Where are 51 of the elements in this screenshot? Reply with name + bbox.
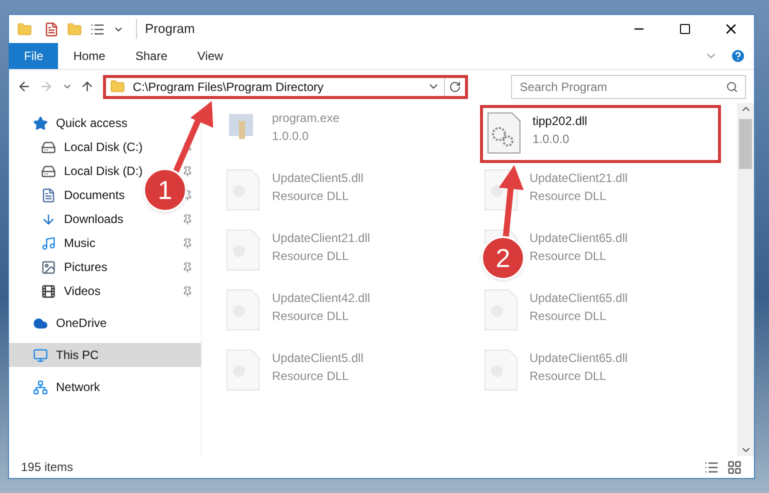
file-icon <box>484 289 518 331</box>
details-view-icon[interactable] <box>704 460 719 474</box>
file-icon <box>226 349 260 391</box>
search-field[interactable]: Search Program <box>510 74 746 98</box>
file-icon <box>226 229 260 271</box>
sidebar-item[interactable]: Downloads <box>41 210 124 228</box>
document-icon <box>41 188 56 202</box>
file-icon <box>226 169 260 211</box>
large-icons-view-icon[interactable] <box>727 460 742 474</box>
down-arrow-icon <box>41 212 56 226</box>
file-item[interactable]: tipp202.dll 1.0.0.0 <box>532 112 588 148</box>
drive-icon <box>41 140 56 154</box>
monitor-icon <box>33 348 48 362</box>
address-bar[interactable]: C:\Program Files\Program Directory <box>102 74 468 98</box>
up-icon[interactable] <box>80 79 95 94</box>
sidebar-item[interactable]: Network <box>33 378 100 396</box>
item-count: 195 items <box>21 459 74 476</box>
back-icon[interactable] <box>17 79 32 94</box>
maximize-icon <box>679 23 691 35</box>
gear-file-icon <box>486 112 520 154</box>
music-note-icon <box>41 236 56 250</box>
window-title: Program <box>136 19 195 39</box>
scrollbar-thumb[interactable] <box>739 119 752 169</box>
sidebar-item[interactable]: OneDrive <box>33 314 107 332</box>
sidebar-item[interactable]: Local Disk (D:) <box>41 162 143 180</box>
ribbon-tab[interactable]: Share <box>120 43 182 69</box>
image-icon <box>41 260 56 274</box>
star-icon <box>33 116 48 130</box>
sidebar-item[interactable]: Documents <box>41 186 125 204</box>
ribbon-tab[interactable]: File <box>9 43 58 69</box>
folder-icon <box>110 79 125 94</box>
ribbon-tab[interactable]: Home <box>58 43 120 69</box>
file-icon <box>484 349 518 391</box>
refresh-icon[interactable] <box>448 80 461 92</box>
file-icon <box>226 289 260 331</box>
sidebar-item[interactable]: Videos <box>41 282 100 300</box>
cloud-icon <box>33 316 48 330</box>
ribbon-tab[interactable]: View <box>182 43 238 69</box>
search-icon <box>726 80 738 92</box>
customize-icon[interactable] <box>90 22 105 36</box>
sidebar-item[interactable]: Music <box>41 234 96 252</box>
sidebar-item[interactable]: Local Disk (C:) <box>41 138 143 156</box>
drive-icon <box>41 164 56 178</box>
network-icon <box>33 380 48 394</box>
address-path: C:\Program Files\Program Directory <box>132 78 324 96</box>
sidebar-item[interactable]: Quick access <box>33 114 128 132</box>
sidebar-item[interactable]: Pictures <box>41 258 108 276</box>
scrollbar[interactable] <box>737 103 754 456</box>
help-icon[interactable] <box>730 48 746 64</box>
film-icon <box>41 284 56 298</box>
properties-icon[interactable] <box>44 22 59 36</box>
